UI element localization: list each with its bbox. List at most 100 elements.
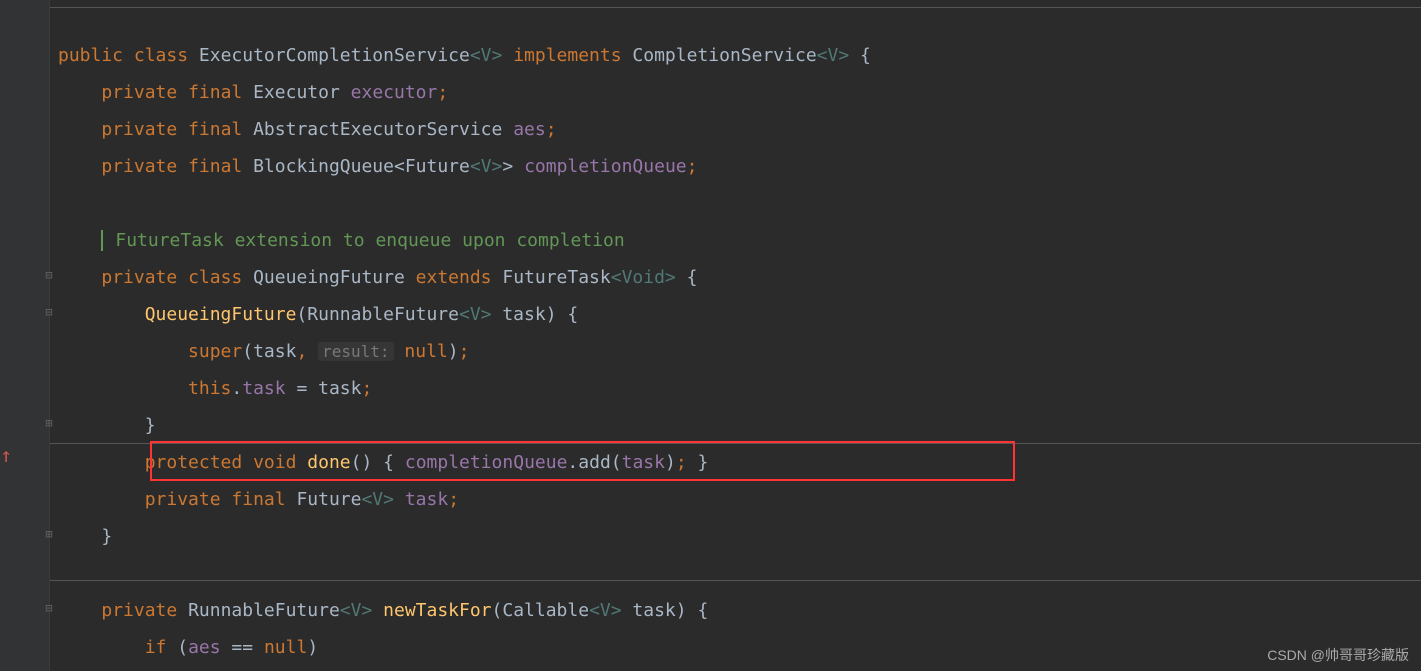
keyword: void xyxy=(253,452,296,473)
method-name: newTaskFor xyxy=(383,600,491,621)
keyword: super xyxy=(188,341,242,362)
field: task xyxy=(405,489,448,510)
code-line: FutureTask extension to enqueue upon com… xyxy=(58,222,1421,259)
paren: ( xyxy=(166,637,188,658)
semicolon: ; xyxy=(448,489,459,510)
keyword: final xyxy=(188,82,242,103)
type: RunnableFuture xyxy=(307,304,459,325)
keyword: null xyxy=(264,637,307,658)
inlay-hint: result: xyxy=(318,342,393,361)
keyword: private xyxy=(101,156,177,177)
code-line xyxy=(58,555,1421,592)
brace: { xyxy=(372,452,405,473)
paren: ( xyxy=(611,452,622,473)
keyword: private xyxy=(101,600,177,621)
keyword: final xyxy=(188,156,242,177)
parens: () xyxy=(351,452,373,473)
field: completionQueue xyxy=(405,452,568,473)
code-line xyxy=(58,0,1421,37)
keyword: implements xyxy=(513,45,621,66)
field: task xyxy=(622,452,665,473)
brace: { xyxy=(849,45,871,66)
generic: <V> xyxy=(817,45,850,66)
field: executor xyxy=(351,82,438,103)
bracket: > xyxy=(502,156,513,177)
code-line: } xyxy=(58,518,1421,555)
keyword: class xyxy=(134,45,188,66)
keyword: private xyxy=(101,82,177,103)
gutter: ⊟ ⊟ ⊞ ⊞ ⊟ xyxy=(20,0,50,671)
generic: <Void> xyxy=(611,267,676,288)
type: Executor xyxy=(253,82,340,103)
generic: <V> xyxy=(589,600,622,621)
keyword: null xyxy=(404,341,447,362)
paren: ) xyxy=(665,452,676,473)
type: FutureTask xyxy=(502,267,610,288)
generic: <V> xyxy=(470,156,503,177)
field: aes xyxy=(513,119,546,140)
doc-comment: FutureTask extension to enqueue upon com… xyxy=(115,230,624,251)
dot: . xyxy=(567,452,578,473)
arg: task xyxy=(253,341,296,362)
code-line: QueueingFuture(RunnableFuture<V> task) { xyxy=(58,296,1421,333)
method-call: add xyxy=(578,452,611,473)
semicolon: ; xyxy=(687,156,698,177)
class-name: ExecutorCompletionService xyxy=(199,45,470,66)
field: completionQueue xyxy=(524,156,687,177)
type: AbstractExecutorService xyxy=(253,119,502,140)
brace: { xyxy=(687,600,709,621)
brace: { xyxy=(557,304,579,325)
semicolon: ; xyxy=(459,341,470,362)
generic: <V> xyxy=(340,600,373,621)
paren: ( xyxy=(242,341,253,362)
type: CompletionService xyxy=(632,45,816,66)
type: Future xyxy=(405,156,470,177)
generic: <V> xyxy=(470,45,503,66)
semicolon: ; xyxy=(437,82,448,103)
brace: } xyxy=(101,526,112,547)
paren: ) xyxy=(676,600,687,621)
code-editor: ↑ ⊟ ⊟ ⊞ ⊞ ⊟ public class ExecutorComplet… xyxy=(0,0,1421,671)
keyword: extends xyxy=(416,267,492,288)
keyword: private xyxy=(145,489,221,510)
paren: ( xyxy=(492,600,503,621)
code-line: } xyxy=(58,407,1421,444)
code-line: private final AbstractExecutorService ae… xyxy=(58,111,1421,148)
code-line: private class QueueingFuture extends Fut… xyxy=(58,259,1421,296)
keyword: class xyxy=(188,267,242,288)
code-line: protected void done() { completionQueue.… xyxy=(58,444,1421,481)
keyword: final xyxy=(188,119,242,140)
generic: <V> xyxy=(459,304,492,325)
code-line: private final Executor executor; xyxy=(58,74,1421,111)
semicolon: ; xyxy=(676,452,687,473)
separator-line xyxy=(50,580,1421,581)
watermark: CSDN @帅哥哥珍藏版 xyxy=(1267,645,1409,665)
code-line xyxy=(58,185,1421,222)
paren: ) xyxy=(546,304,557,325)
keyword: public xyxy=(58,45,123,66)
keyword: this xyxy=(188,378,231,399)
type: Future xyxy=(296,489,361,510)
code-line: public class ExecutorCompletionService<V… xyxy=(58,37,1421,74)
type: Callable xyxy=(502,600,589,621)
paren: ( xyxy=(296,304,307,325)
field: aes xyxy=(188,637,221,658)
var: task xyxy=(318,378,361,399)
code-content[interactable]: public class ExecutorCompletionService<V… xyxy=(50,0,1421,671)
keyword: final xyxy=(231,489,285,510)
type: BlockingQueue xyxy=(253,156,394,177)
code-line: private RunnableFuture<V> newTaskFor(Cal… xyxy=(58,592,1421,629)
class-name: QueueingFuture xyxy=(253,267,405,288)
code-line: private final BlockingQueue<Future<V>> c… xyxy=(58,148,1421,185)
semicolon: ; xyxy=(546,119,557,140)
param: task xyxy=(502,304,545,325)
code-line: super(task, result: null); xyxy=(58,333,1421,370)
semicolon: ; xyxy=(361,378,372,399)
param: task xyxy=(632,600,675,621)
separator-line xyxy=(50,7,1421,8)
code-line: private final Future<V> task; xyxy=(58,481,1421,518)
brace: { xyxy=(676,267,698,288)
keyword: if xyxy=(145,637,167,658)
keyword: protected xyxy=(145,452,243,473)
brace: } xyxy=(687,452,709,473)
